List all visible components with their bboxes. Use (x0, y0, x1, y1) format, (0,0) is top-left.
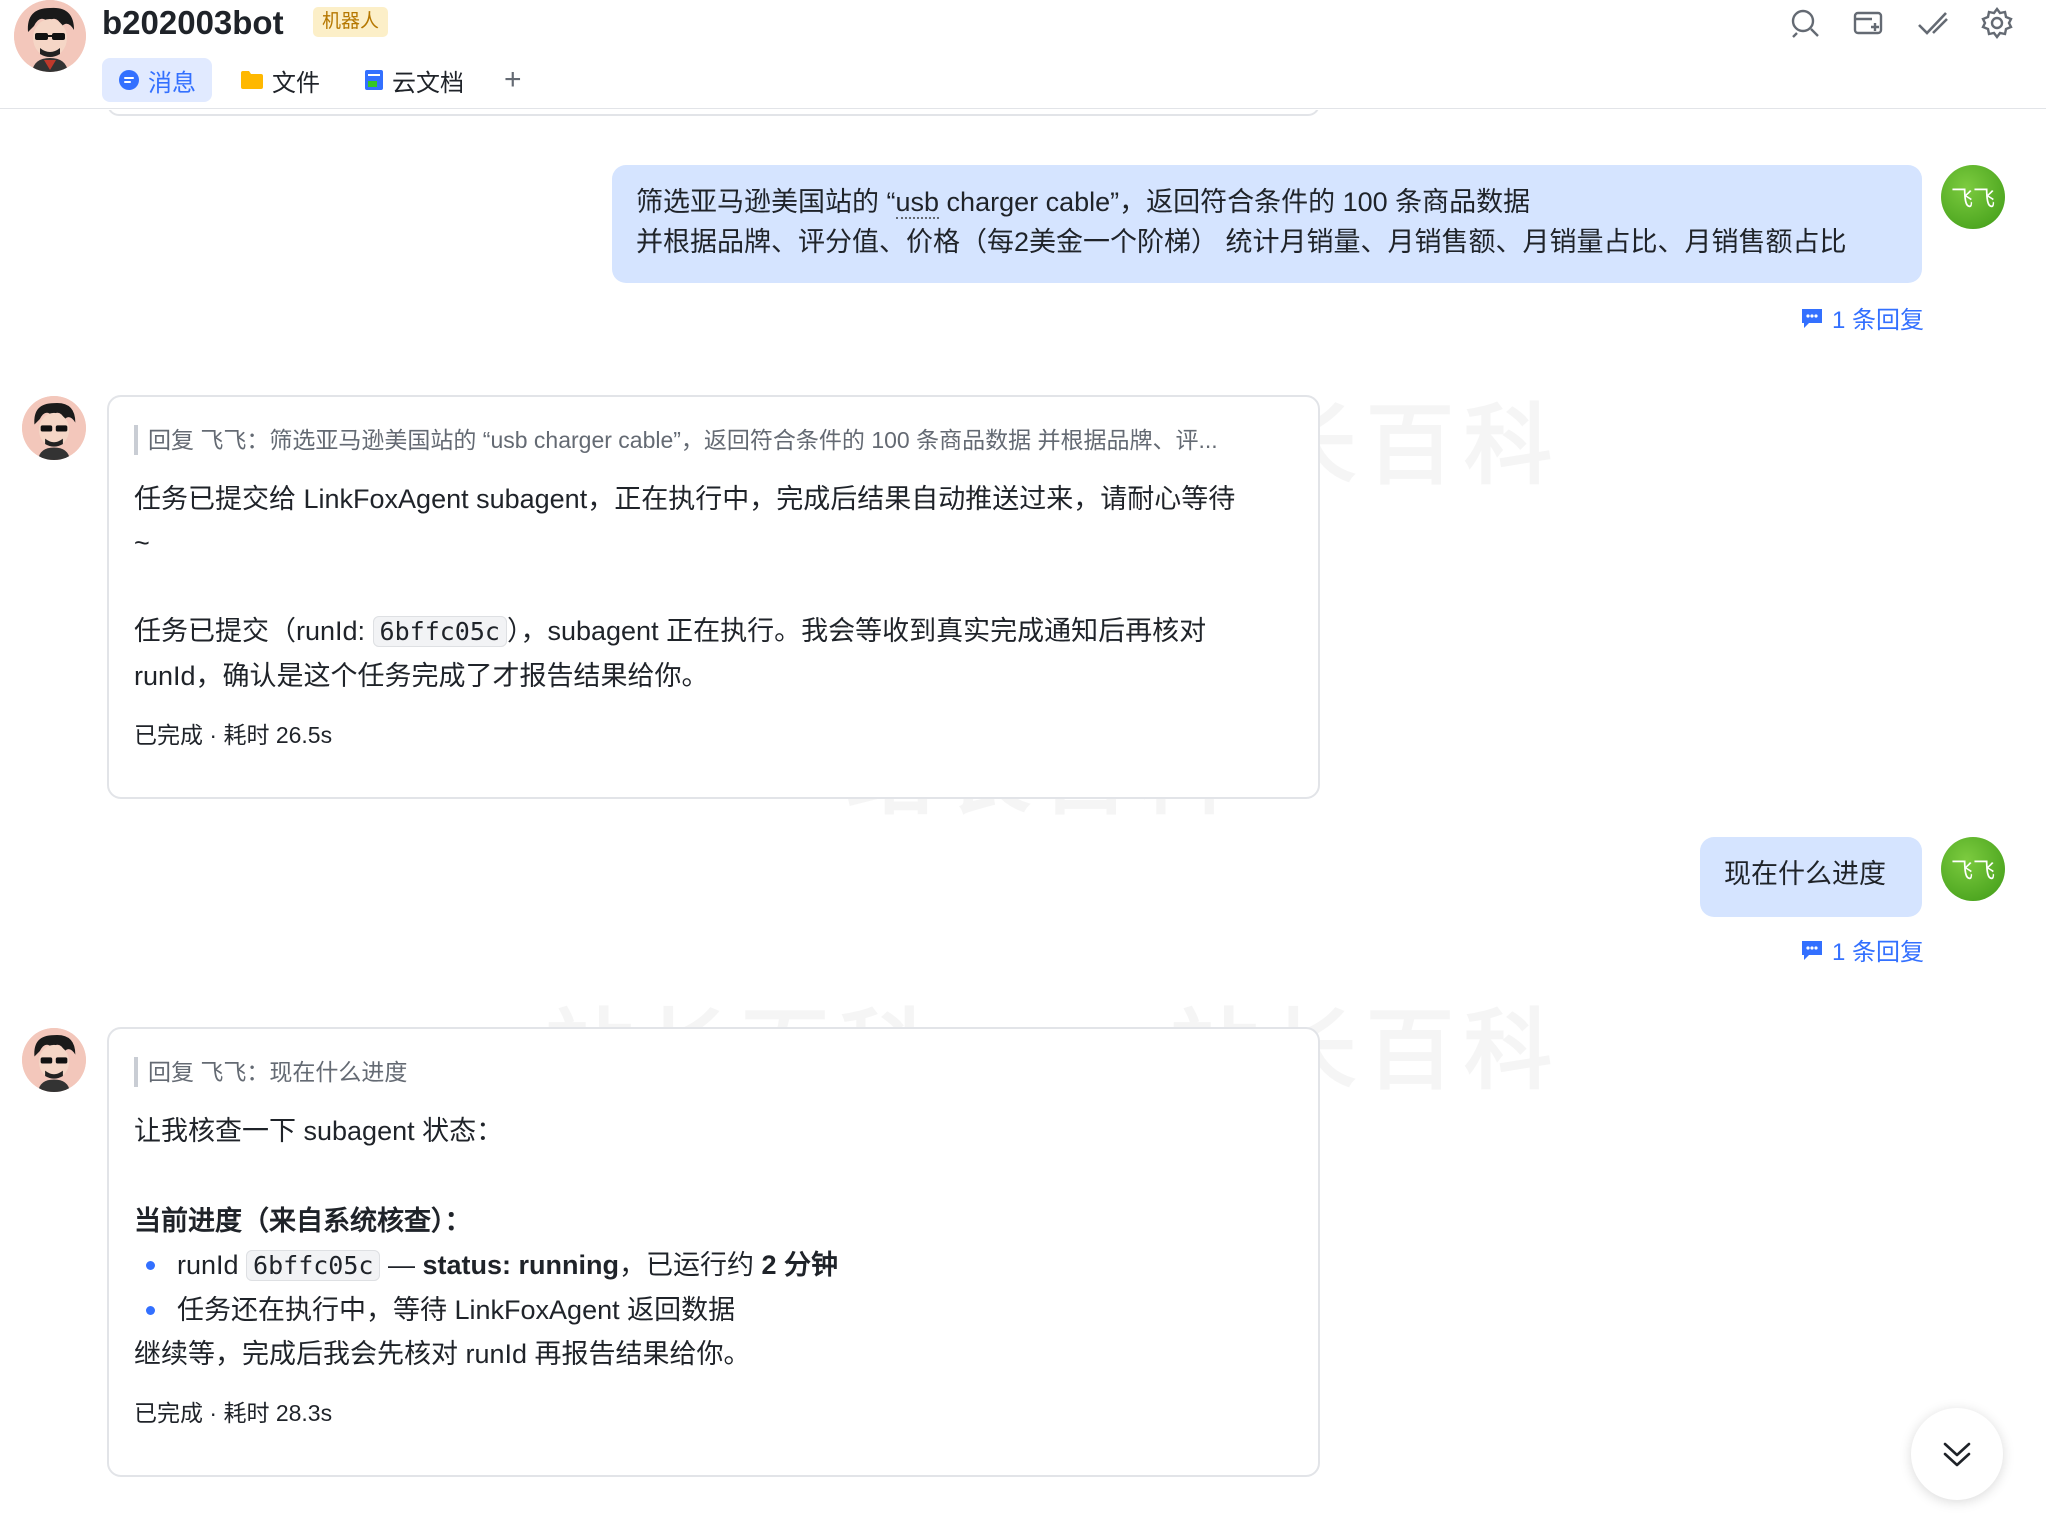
reply-quote[interactable]: 回复 飞飞：现在什么进度 (134, 1057, 1292, 1087)
user-message-text: 现在什么进度 (1724, 859, 1886, 889)
bot-paragraph-tail: ~ (134, 528, 150, 558)
bullet-text: 任务还在执行中，等待 LinkFoxAgent 返回数据 (177, 1295, 736, 1325)
previous-message-card-edge (107, 110, 1320, 116)
run-status: status: running (422, 1250, 619, 1280)
thread-reply-link[interactable]: 1 条回复 (1800, 300, 1924, 335)
settings-icon (1981, 7, 2013, 39)
bot-avatar[interactable] (14, 0, 86, 72)
user-message-bubble[interactable]: 现在什么进度 (1700, 837, 1922, 917)
bot-message-card[interactable]: 回复 飞飞：筛选亚马逊美国站的 “usb charger cable”，返回符合… (107, 395, 1320, 799)
bot-message-avatar[interactable] (22, 1028, 86, 1092)
bot-paragraph: runId，确认是这个任务完成了才报告结果给你。 (134, 661, 709, 691)
usb-term[interactable]: usb (895, 187, 940, 219)
chat-tabs: 消息 文件 云文档 + (102, 58, 534, 102)
tab-docs-label: 云文档 (392, 69, 464, 97)
reply-thread-icon (1802, 308, 1822, 328)
user-message-line: 并根据品牌、评分值、价格（每2美金一个阶梯） 统计月销量、月销售额、月销量占比、… (636, 227, 1847, 257)
message-status: 已完成 · 耗时 26.5s (134, 722, 333, 748)
task-check-button[interactable] (1914, 4, 1952, 42)
bot-avatar-image (22, 396, 86, 460)
progress-heading: 当前进度（来自系统核查）： (134, 1206, 472, 1236)
bullet-dot (146, 1261, 155, 1270)
add-tab-button[interactable]: + (492, 58, 534, 102)
new-window-button[interactable] (1850, 4, 1888, 42)
message-feed[interactable]: 站长百科 站长百科 站长百科 站长百科 站长百科 筛选亚马逊美国站的 “usb … (0, 110, 2046, 1522)
bot-message-avatar[interactable] (22, 396, 86, 460)
bot-badge: 机器人 (313, 7, 389, 37)
user-message-bubble[interactable]: 筛选亚马逊美国站的 “usb charger cable”，返回符合条件的 10… (612, 165, 1922, 283)
scroll-to-bottom-button[interactable] (1911, 1408, 2003, 1500)
bullet-dot (146, 1306, 155, 1315)
chat-header: b202003bot 机器人 消息 文件 云文档 + (0, 0, 2046, 109)
tab-messages[interactable]: 消息 (102, 58, 212, 102)
reply-thread-icon (1802, 940, 1822, 960)
message-icon (119, 70, 139, 90)
reply-count: 1 条回复 (1832, 939, 1925, 966)
run-id-code[interactable]: 6bffc05c (372, 616, 507, 647)
search-icon (1791, 9, 1819, 38)
bot-avatar-image (22, 1028, 86, 1092)
user-avatar[interactable]: 飞飞 (1941, 165, 2005, 229)
tab-docs[interactable]: 云文档 (348, 58, 480, 102)
run-duration: 2 分钟 (761, 1250, 839, 1280)
folder-icon (241, 71, 263, 89)
bot-paragraph: 任务已提交给 LinkFoxAgent subagent，正在执行中，完成后结果… (134, 484, 1236, 514)
progress-bullet: 任务还在执行中，等待 LinkFoxAgent 返回数据 (134, 1288, 1292, 1332)
text-segment: runId (177, 1250, 247, 1280)
new-window-icon (1853, 11, 1883, 35)
message-status: 已完成 · 耗时 28.3s (134, 1400, 333, 1426)
thread-reply-link[interactable]: 1 条回复 (1800, 932, 1924, 967)
tab-files-label: 文件 (272, 69, 320, 97)
reply-count: 1 条回复 (1832, 307, 1925, 334)
tab-messages-label: 消息 (148, 69, 196, 97)
reply-quote[interactable]: 回复 飞飞：筛选亚马逊美国站的 “usb charger cable”，返回符合… (134, 425, 1292, 455)
doc-icon (365, 70, 383, 90)
double-chevron-down-icon (1943, 1442, 1971, 1467)
bot-paragraph: 任务已提交（runId: 6bffc05c ），subagent 正在执行。我会等… (134, 609, 1292, 654)
user-message-line: 筛选亚马逊美国站的 “usb charger cable”，返回符合条件的 10… (636, 187, 1531, 219)
text-segment: — (380, 1250, 423, 1280)
text-segment: 任务已提交（runId: (134, 616, 373, 646)
bot-paragraph: 让我核查一下 subagent 状态： (134, 1116, 504, 1146)
text-segment: ），subagent 正在执行。我会等收到真实完成通知后再核对 (506, 616, 1207, 646)
bullet-text: runId 6bffc05c — status: running，已运行约 2 … (177, 1243, 838, 1288)
bot-paragraph: 继续等，完成后我会先核对 runId 再报告结果给你。 (134, 1339, 751, 1369)
check-task-icon (1918, 12, 1948, 35)
run-id-code[interactable]: 6bffc05c (246, 1250, 381, 1281)
header-actions (1786, 4, 2016, 42)
bot-message-card[interactable]: 回复 飞飞：现在什么进度 让我核查一下 subagent 状态： 当前进度（来自… (107, 1027, 1320, 1477)
bot-avatar-image (14, 0, 86, 72)
user-avatar[interactable]: 飞飞 (1941, 837, 2005, 901)
tab-files[interactable]: 文件 (224, 58, 336, 102)
text-segment: ，已运行约 (618, 1250, 762, 1280)
bot-name: b202003bot (102, 4, 284, 41)
search-button[interactable] (1786, 4, 1824, 42)
progress-bullet: runId 6bffc05c — status: running，已运行约 2 … (134, 1243, 1292, 1288)
settings-button[interactable] (1978, 4, 2016, 42)
